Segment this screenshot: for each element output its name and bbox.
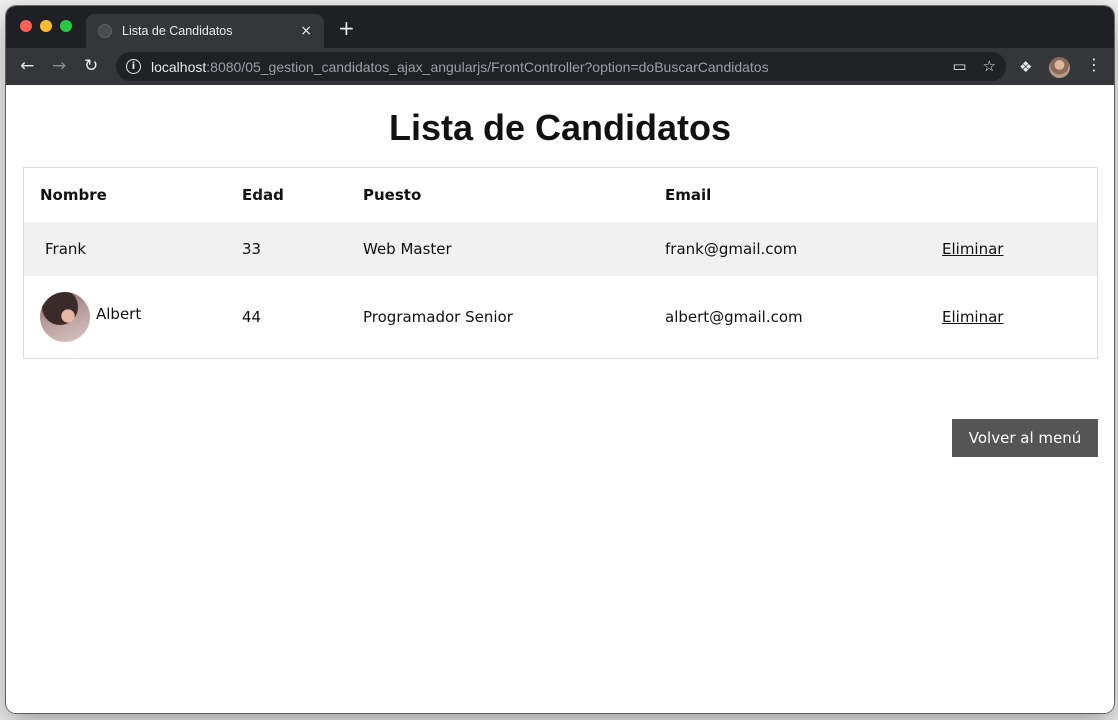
globe-icon bbox=[98, 24, 112, 38]
table-header-row: Nombre Edad Puesto Email bbox=[24, 168, 1097, 222]
header-nombre: Nombre bbox=[40, 186, 107, 204]
forward-arrow-icon[interactable]: → bbox=[52, 56, 66, 76]
back-to-menu-button[interactable]: Volver al menú bbox=[952, 419, 1098, 457]
candidate-avatar bbox=[40, 292, 90, 342]
table-row: Frank 33 Web Master frank@gmail.com Elim… bbox=[24, 222, 1097, 276]
address-bar[interactable]: i localhost:8080/05_gestion_candidatos_a… bbox=[116, 52, 1006, 81]
candidate-name: Frank bbox=[45, 240, 87, 258]
candidates-table: Nombre Edad Puesto Email Frank 33 Web Ma… bbox=[23, 167, 1098, 359]
url-host: localhost bbox=[151, 58, 207, 75]
page-content: Lista de Candidatos Nombre Edad Puesto E… bbox=[6, 85, 1114, 713]
email-cell: albert@gmail.com bbox=[665, 308, 803, 326]
position-cell: Programador Senior bbox=[363, 308, 513, 326]
close-window-button[interactable] bbox=[20, 20, 32, 32]
reload-icon[interactable]: ↻ bbox=[84, 56, 98, 76]
name-cell: Frank bbox=[24, 222, 242, 276]
back-arrow-icon[interactable]: ← bbox=[20, 56, 34, 76]
header-email: Email bbox=[665, 186, 712, 204]
info-icon[interactable]: i bbox=[126, 59, 141, 74]
browser-window: Lista de Candidatos × + ← → ↻ i localhos… bbox=[6, 6, 1114, 713]
table-row: Albert 44 Programador Senior albert@gmai… bbox=[24, 276, 1097, 358]
cast-icon[interactable]: ▭ bbox=[952, 57, 966, 75]
tab-title: Lista de Candidatos bbox=[122, 24, 233, 38]
action-cell: Eliminar bbox=[942, 276, 1097, 358]
header-edad: Edad bbox=[242, 186, 284, 204]
puzzle-icon[interactable]: ❖ bbox=[1019, 58, 1032, 76]
position-cell: Web Master bbox=[363, 222, 665, 276]
url-path: :8080/05_gestion_candidatos_ajax_angular… bbox=[206, 58, 769, 75]
browser-tab[interactable]: Lista de Candidatos × bbox=[86, 14, 324, 48]
kebab-menu-icon[interactable]: ⋮ bbox=[1086, 56, 1102, 74]
tab-strip: Lista de Candidatos × + bbox=[6, 6, 1114, 48]
age-cell: 33 bbox=[242, 222, 363, 276]
profile-avatar[interactable] bbox=[1049, 57, 1070, 78]
candidate-name: Albert bbox=[96, 305, 142, 323]
url-text[interactable]: localhost:8080/05_gestion_candidatos_aja… bbox=[151, 59, 769, 75]
page-title: Lista de Candidatos bbox=[388, 107, 732, 148]
header-actions bbox=[942, 168, 1097, 222]
header-puesto: Puesto bbox=[363, 186, 422, 204]
minimize-window-button[interactable] bbox=[40, 20, 52, 32]
zoom-window-button[interactable] bbox=[60, 20, 72, 32]
age-cell: 44 bbox=[242, 308, 262, 326]
delete-link[interactable]: Eliminar bbox=[942, 308, 1003, 326]
close-tab-icon[interactable]: × bbox=[300, 23, 312, 39]
action-cell: Eliminar bbox=[942, 222, 1097, 276]
star-icon[interactable]: ☆ bbox=[983, 57, 996, 75]
email-cell: frank@gmail.com bbox=[665, 222, 942, 276]
name-cell: Albert bbox=[24, 276, 242, 358]
browser-toolbar: ← → ↻ i localhost:8080/05_gestion_candid… bbox=[6, 48, 1114, 85]
new-tab-button[interactable]: + bbox=[338, 18, 355, 38]
delete-link[interactable]: Eliminar bbox=[942, 240, 1003, 258]
